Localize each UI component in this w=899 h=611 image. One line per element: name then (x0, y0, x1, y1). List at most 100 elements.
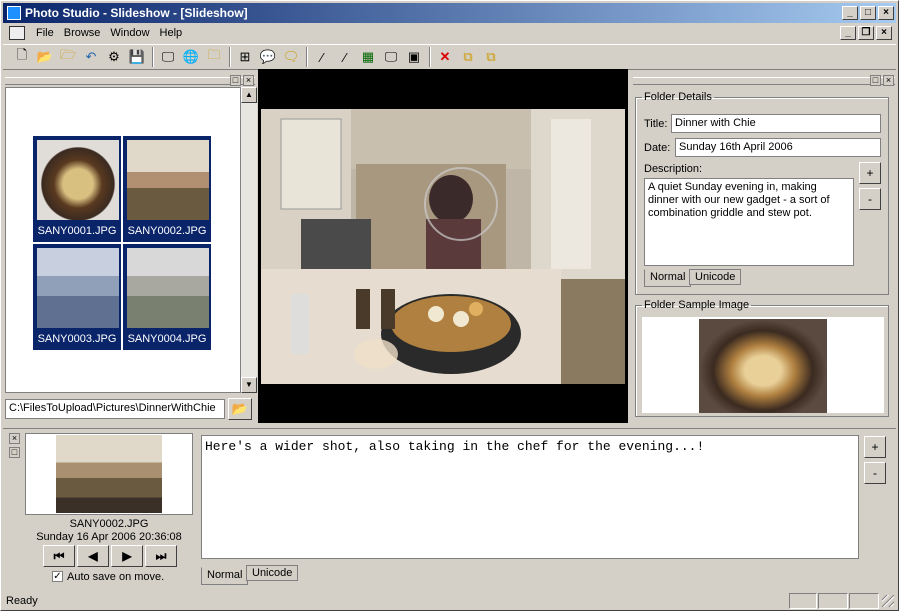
menu-help[interactable]: Help (155, 27, 188, 39)
last-button[interactable]: ⏭ (145, 545, 177, 567)
folder-sample-image (642, 317, 884, 413)
zip-icon[interactable]: 🗀 (203, 46, 225, 68)
pane-restore-button[interactable]: □ (230, 75, 241, 86)
current-thumbnail (25, 433, 193, 515)
sample-photo (699, 319, 827, 413)
copy-icon[interactable]: ⧉ (457, 46, 479, 68)
title-field[interactable]: Dinner with Chie (671, 114, 881, 133)
menu-bar: File Browse Window Help _ ❐ × (3, 23, 896, 43)
first-button[interactable]: ⏮ (43, 545, 75, 567)
scroll-down-icon[interactable]: ▼ (241, 377, 257, 393)
current-thumbnail-image (56, 435, 162, 513)
caption-tab-unicode[interactable]: Unicode (246, 565, 299, 581)
autosave-checkbox[interactable]: ✓ (52, 571, 63, 582)
status-cell (818, 593, 848, 609)
new-icon[interactable]: 🗋 (11, 46, 33, 68)
thumbnail-list[interactable]: SANY0001.JPG SANY0002.JPG SANY0003.JPG S… (5, 87, 241, 393)
comment-icon[interactable]: 💬 (257, 46, 279, 68)
folder-pane: □ × Folder Details Title: Dinner with Ch… (633, 73, 895, 425)
pane-close-button[interactable]: × (883, 75, 894, 86)
toolbar-separator (229, 47, 231, 67)
path-field[interactable]: C:\FilesToUpload\Pictures\DinnerWithChie (5, 399, 225, 419)
scroll-up-icon[interactable]: ▲ (241, 87, 257, 103)
app-window: Photo Studio - Slideshow - [Slideshow] _… (0, 0, 899, 611)
thumbnail-image (127, 140, 209, 220)
thumbnail-label: SANY0003.JPG (37, 333, 117, 345)
prev-button[interactable]: ◀ (77, 545, 109, 567)
caption-tab-normal[interactable]: Normal (201, 567, 249, 585)
title-label: Title: (644, 118, 668, 130)
description-plus-button[interactable]: + (859, 162, 881, 184)
grid-icon[interactable]: ⊞ (234, 46, 256, 68)
maximize-button[interactable]: □ (860, 6, 876, 20)
description-minus-button[interactable]: - (859, 188, 881, 210)
toolbar-separator (306, 47, 308, 67)
undo-icon[interactable]: ↶ (80, 46, 102, 68)
pane-close-button[interactable]: × (243, 75, 254, 86)
current-filename: SANY0002.JPG (69, 518, 149, 530)
title-bar[interactable]: Photo Studio - Slideshow - [Slideshow] _… (3, 3, 896, 23)
tab-normal[interactable]: Normal (644, 269, 692, 287)
bottom-pane-restore-button[interactable]: □ (9, 447, 20, 458)
menu-browse[interactable]: Browse (59, 27, 106, 39)
toolbar: 🗋 📂 🗁 ↶ ⚙ 💾 🖵 🌐 🗀 ⊞ 💬 🗨 ⁄ ⁄ ▦ 🖵 ▣ ✕ ⧉ ⧉ (3, 44, 896, 70)
tab-unicode[interactable]: Unicode (689, 269, 742, 285)
present-icon[interactable]: 🖵 (157, 46, 179, 68)
screen-icon[interactable]: ▣ (403, 46, 425, 68)
thumbnail-label: SANY0004.JPG (127, 333, 207, 345)
move-icon[interactable]: ⧉ (480, 46, 502, 68)
close-button[interactable]: × (878, 6, 894, 20)
minimize-button[interactable]: _ (842, 6, 858, 20)
menu-window[interactable]: Window (105, 27, 154, 39)
folder-comment-icon[interactable]: 🗨 (280, 46, 302, 68)
app-icon (7, 6, 21, 20)
browse-folder-button[interactable]: 📂 (228, 398, 252, 420)
next-button[interactable]: ▶ (111, 545, 143, 567)
folder-sample-legend: Folder Sample Image (644, 299, 750, 311)
toolbar-separator (429, 47, 431, 67)
pane-grip[interactable]: □ × (5, 75, 255, 86)
thumbnail-item[interactable]: SANY0003.JPG (33, 244, 121, 350)
caption-minus-button[interactable]: - (864, 462, 886, 484)
xml-icon[interactable]: ⁄ (334, 46, 356, 68)
status-cell (789, 593, 817, 609)
description-field[interactable]: A quiet Sunday evening in, making dinner… (644, 178, 854, 266)
thumbnail-item[interactable]: SANY0001.JPG (33, 136, 121, 242)
mdi-minimize-button[interactable]: _ (840, 26, 856, 40)
settings-icon[interactable]: ⚙ (103, 46, 125, 68)
status-bar: Ready (3, 592, 896, 610)
open-folder-icon[interactable]: 🗁 (57, 46, 79, 68)
thumbnail-scrollbar[interactable]: ▲ ▼ (241, 87, 257, 393)
pane-restore-button[interactable]: □ (870, 75, 881, 86)
mdi-close-button[interactable]: × (876, 26, 892, 40)
thumbnail-label: SANY0002.JPG (127, 225, 207, 237)
thumbnail-image (37, 140, 119, 220)
status-text: Ready (6, 595, 38, 607)
slideshow-icon[interactable]: 🖵 (380, 46, 402, 68)
description-label: Description: (644, 163, 703, 175)
pane-grip[interactable]: □ × (633, 75, 895, 86)
current-datetime: Sunday 16 Apr 2006 20:36:08 (36, 531, 182, 543)
toolbar-separator (152, 47, 154, 67)
open-icon[interactable]: 📂 (34, 46, 56, 68)
save-icon[interactable]: 💾 (126, 46, 148, 68)
date-label: Date: (644, 142, 671, 154)
caption-pane: × □ SANY0002.JPG Sunday 16 Apr 2006 20:3… (3, 428, 896, 590)
thumbnail-item[interactable]: SANY0002.JPG (123, 136, 211, 242)
caption-plus-button[interactable]: + (864, 436, 886, 458)
menu-file[interactable]: File (31, 27, 59, 39)
image-viewer[interactable] (258, 69, 628, 423)
delete-icon[interactable]: ✕ (434, 46, 456, 68)
autosave-label: Auto save on move. (67, 571, 165, 583)
thumbnail-pane: □ × SANY0001.JPG SANY0002.JPG SANY0003.J… (5, 73, 257, 425)
web-icon[interactable]: 🌐 (180, 46, 202, 68)
wand-icon[interactable]: ⁄ (311, 46, 333, 68)
resize-grip-icon[interactable] (882, 595, 894, 607)
caption-field[interactable]: Here's a wider shot, also taking in the … (201, 435, 859, 559)
mdi-restore-button[interactable]: ❐ (858, 26, 874, 40)
date-field[interactable]: Sunday 16th April 2006 (675, 138, 881, 157)
bottom-pane-close-button[interactable]: × (9, 433, 20, 444)
document-icon[interactable] (9, 26, 25, 40)
thumbnail-item[interactable]: SANY0004.JPG (123, 244, 211, 350)
table-icon[interactable]: ▦ (357, 46, 379, 68)
